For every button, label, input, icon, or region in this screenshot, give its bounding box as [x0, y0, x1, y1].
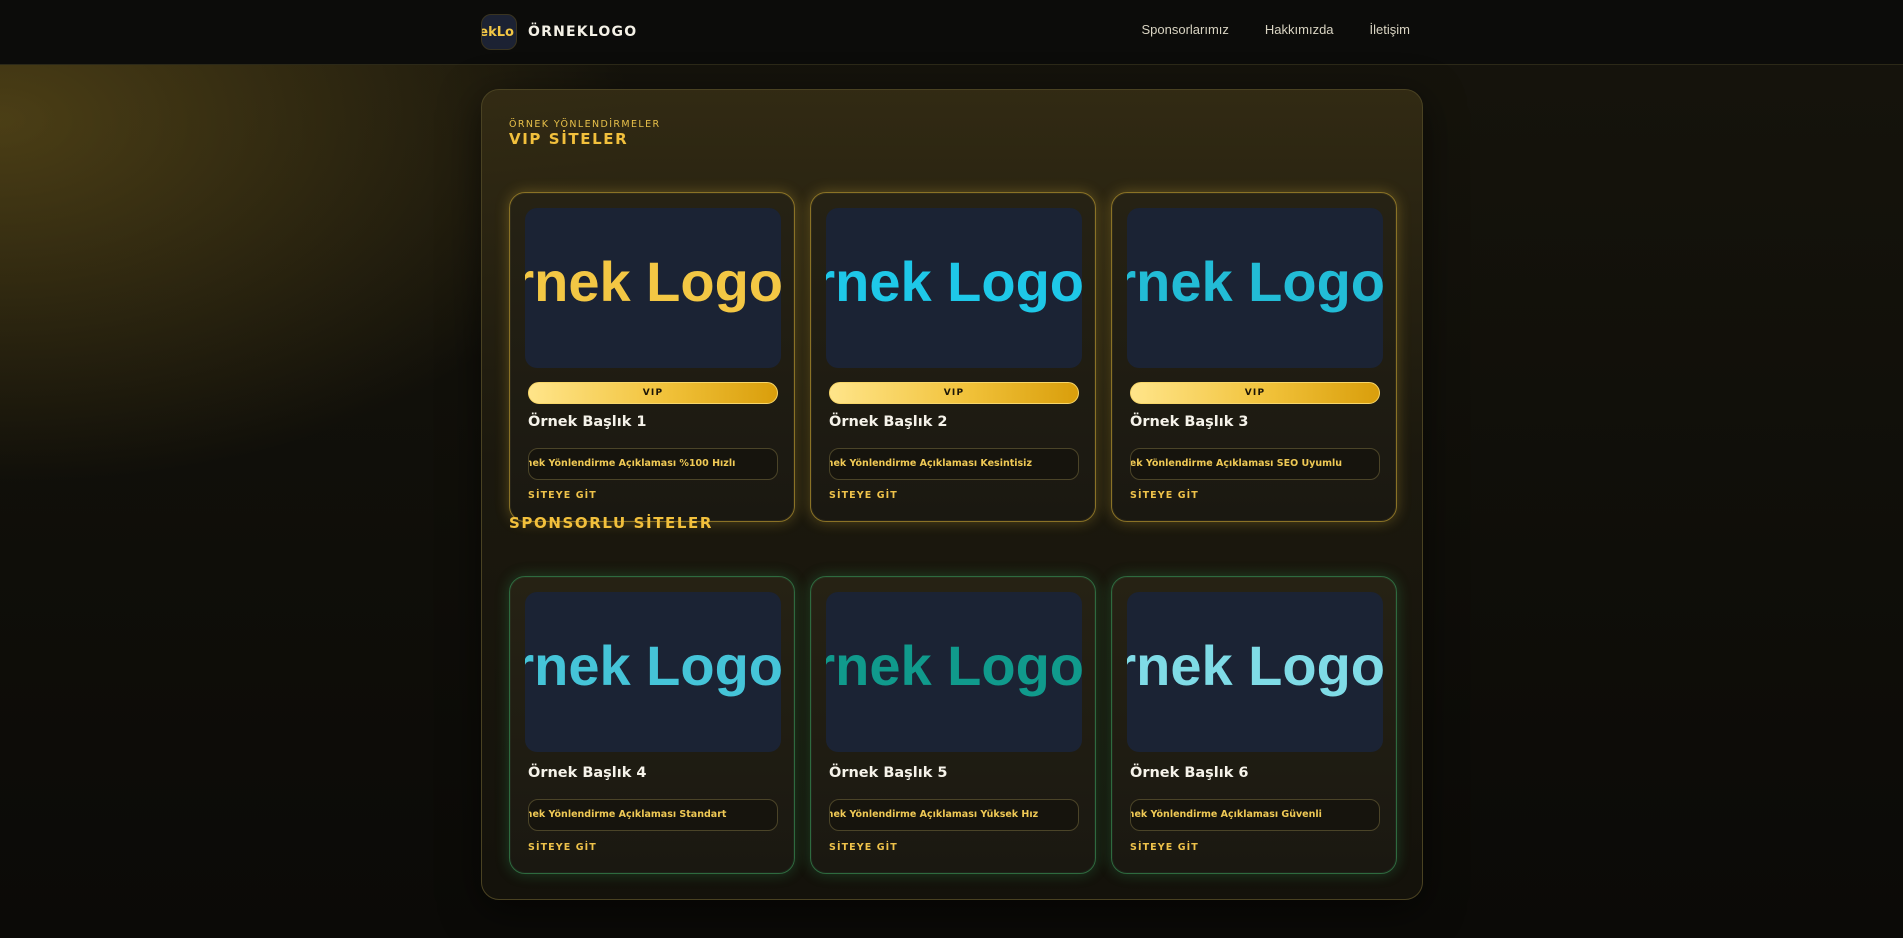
brand-logo-mark-text: nekLo	[482, 24, 514, 40]
card-description-ticker: rnek Yönlendirme Açıklaması Güvenli	[1130, 799, 1380, 831]
visit-site-link[interactable]: SİTEYE GİT	[829, 842, 898, 853]
site-logo-text: rnek Logo	[1127, 250, 1383, 313]
card-title: Örnek Başlık 2	[829, 414, 948, 430]
site-logo-image: rnek Logo	[525, 592, 781, 752]
sponsor-card-grid: rnek Logo Örnek Başlık 4 rnek Yönlendirm…	[509, 576, 1397, 874]
brand-logo-mark: nekLo	[481, 14, 517, 50]
vip-card: rnek Logo VIP Örnek Başlık 1 rnek Yönlen…	[509, 192, 795, 522]
redirects-panel: ÖRNEK YÖNLENDİRMELER VIP SİTELER rnek Lo…	[481, 89, 1423, 900]
site-logo-text: rnek Logo	[826, 250, 1082, 313]
brand-logo-link[interactable]: nekLo ÖRNEKLOGO	[481, 14, 637, 50]
vip-card-grid: rnek Logo VIP Örnek Başlık 1 rnek Yönlen…	[509, 192, 1397, 522]
brand-name: ÖRNEKLOGO	[528, 24, 638, 40]
site-logo-image: rnek Logo	[1127, 592, 1383, 752]
card-title: Örnek Başlık 5	[829, 765, 948, 781]
card-description: rnek Yönlendirme Açıklaması Güvenli	[1130, 809, 1322, 820]
sponsor-card: rnek Logo Örnek Başlık 5 rnek Yönlendirm…	[810, 576, 1096, 874]
site-logo-text: rnek Logo	[525, 250, 781, 313]
card-description-ticker: rnek Yönlendirme Açıklaması Standart	[528, 799, 778, 831]
nav-link-contact[interactable]: İletişim	[1370, 22, 1410, 37]
site-logo-image: rnek Logo	[525, 208, 781, 368]
card-description-ticker: rnek Yönlendirme Açıklaması Yüksek Hız	[829, 799, 1079, 831]
site-logo-text: rnek Logo	[525, 634, 781, 697]
site-logo-text: rnek Logo	[1127, 634, 1383, 697]
sponsor-card: rnek Logo Örnek Başlık 4 rnek Yönlendirm…	[509, 576, 795, 874]
main-nav: Sponsorlarımız Hakkımızda İletişim	[1141, 22, 1410, 37]
card-title: Örnek Başlık 3	[1130, 414, 1249, 430]
card-title: Örnek Başlık 1	[528, 414, 647, 430]
card-title: Örnek Başlık 6	[1130, 765, 1249, 781]
card-description: rnek Yönlendirme Açıklaması %100 Hızlı	[528, 458, 736, 469]
vip-section-title: VIP SİTELER	[509, 130, 629, 148]
card-description-ticker: nek Yönlendirme Açıklaması SEO Uyumlu	[1130, 448, 1380, 480]
nav-link-about[interactable]: Hakkımızda	[1265, 22, 1334, 37]
visit-site-link[interactable]: SİTEYE GİT	[829, 490, 898, 501]
card-description: rnek Yönlendirme Açıklaması Yüksek Hız	[829, 809, 1039, 820]
vip-badge: VIP	[829, 382, 1079, 404]
site-logo-image: rnek Logo	[826, 208, 1082, 368]
top-navbar: nekLo ÖRNEKLOGO Sponsorlarımız Hakkımızd…	[0, 0, 1903, 65]
visit-site-link[interactable]: SİTEYE GİT	[1130, 842, 1199, 853]
sponsor-card: rnek Logo Örnek Başlık 6 rnek Yönlendirm…	[1111, 576, 1397, 874]
card-description-ticker: rnek Yönlendirme Açıklaması Kesintisiz	[829, 448, 1079, 480]
card-description: rnek Yönlendirme Açıklaması Standart	[528, 809, 727, 820]
vip-card: rnek Logo VIP Örnek Başlık 3 nek Yönlend…	[1111, 192, 1397, 522]
card-title: Örnek Başlık 4	[528, 765, 647, 781]
vip-badge: VIP	[528, 382, 778, 404]
sponsor-section-title: SPONSORLU SİTELER	[509, 514, 714, 532]
vip-badge: VIP	[1130, 382, 1380, 404]
site-logo-text: rnek Logo	[826, 634, 1082, 697]
nav-link-sponsors[interactable]: Sponsorlarımız	[1141, 22, 1228, 37]
visit-site-link[interactable]: SİTEYE GİT	[528, 842, 597, 853]
card-description: nek Yönlendirme Açıklaması SEO Uyumlu	[1130, 458, 1343, 469]
vip-card: rnek Logo VIP Örnek Başlık 2 rnek Yönlen…	[810, 192, 1096, 522]
visit-site-link[interactable]: SİTEYE GİT	[528, 490, 597, 501]
site-logo-image: rnek Logo	[1127, 208, 1383, 368]
visit-site-link[interactable]: SİTEYE GİT	[1130, 490, 1199, 501]
card-description-ticker: rnek Yönlendirme Açıklaması %100 Hızlı	[528, 448, 778, 480]
site-logo-image: rnek Logo	[826, 592, 1082, 752]
panel-eyebrow: ÖRNEK YÖNLENDİRMELER	[509, 119, 661, 130]
card-description: rnek Yönlendirme Açıklaması Kesintisiz	[829, 458, 1032, 469]
